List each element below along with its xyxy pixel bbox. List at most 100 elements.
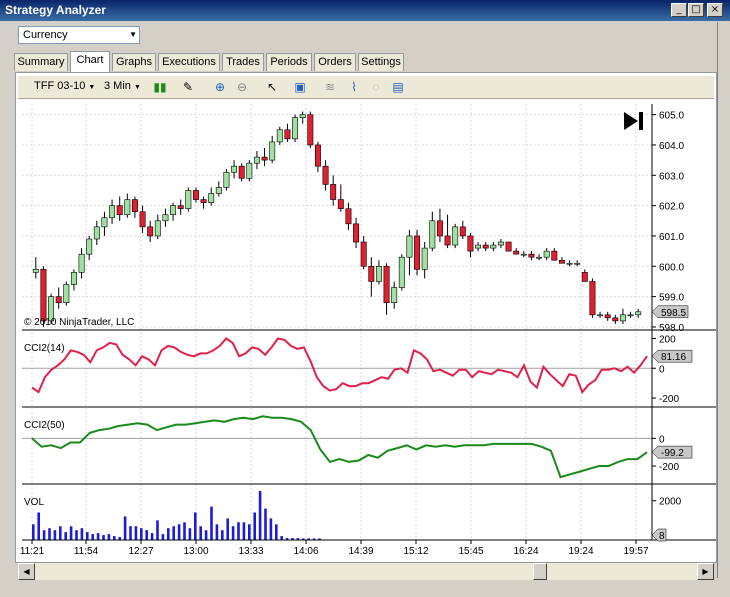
scroll-thumb[interactable] [533, 563, 547, 580]
properties-icon[interactable]: ◌ [368, 79, 384, 95]
candle-body [429, 220, 436, 249]
indicators-icon[interactable]: ≋ [322, 79, 338, 95]
time-label: 15:45 [458, 546, 483, 557]
candle-body [147, 226, 154, 237]
candle-body [124, 199, 131, 216]
price-chart[interactable]: 605.0 604.0 603.0 602.0 601.0 600.0 599.0 598.0… [18, 100, 716, 563]
vol-value: 8 [659, 531, 665, 542]
volume-bar [188, 528, 192, 540]
price-tick-label: 604.0 [659, 141, 684, 152]
drawing-tools-icon[interactable]: ✎ [180, 79, 196, 95]
cursor-icon[interactable]: ↖ [264, 79, 280, 95]
tab-summary[interactable]: Summary [14, 53, 68, 71]
candle-body [353, 223, 360, 243]
tab-periods[interactable]: Periods [266, 53, 312, 71]
candle-body [70, 272, 77, 285]
volume-bar [42, 530, 46, 540]
candle-body [635, 311, 642, 316]
candle-body [109, 205, 116, 219]
time-label: 14:06 [293, 546, 318, 557]
zoom-out-icon[interactable]: ⊖ [234, 79, 250, 95]
volume-bar [86, 532, 89, 540]
cci14-tick-label: 200 [659, 334, 676, 345]
candle-body [391, 287, 398, 303]
volume-bar [113, 536, 116, 540]
time-label: 11:21 [20, 546, 45, 557]
cci14-tick-label: 0 [659, 364, 665, 375]
data-grid-icon[interactable]: ▤ [390, 79, 406, 95]
candle-body [322, 165, 329, 185]
volume-bar [275, 524, 278, 540]
interval-selector[interactable]: 3 Min ▼ [104, 80, 141, 92]
candle-body [444, 235, 451, 246]
volume-bar [80, 528, 84, 540]
volume-bar [48, 528, 51, 540]
cci14-label: CCI2(14) [24, 343, 65, 354]
cci50-tick-label: 0 [659, 434, 665, 445]
cci14-line [31, 337, 648, 395]
volume-bar [204, 530, 208, 540]
instrument-selector[interactable]: TFF 03-10 ▼ [34, 80, 95, 92]
candle-body [314, 144, 321, 167]
candle-body [276, 129, 283, 143]
vol-label: VOL [24, 497, 44, 508]
candle-body [604, 314, 611, 319]
volume-bar [96, 533, 100, 540]
volume-bar [226, 518, 229, 540]
vol-tick-label: 2000 [659, 497, 682, 508]
time-label: 19:24 [568, 546, 593, 557]
vertical-scrollbar[interactable] [717, 22, 730, 578]
candle-body [619, 314, 626, 322]
volume-bar [107, 534, 111, 540]
candle-body [55, 296, 62, 303]
price-tick-label: 601.0 [659, 232, 684, 243]
data-box-icon[interactable]: ▣ [292, 79, 308, 95]
tab-trades[interactable]: Trades [222, 53, 264, 71]
price-tick-label: 600.0 [659, 262, 684, 273]
candle-body [192, 190, 199, 200]
tab-settings[interactable]: Settings [358, 53, 404, 71]
tab-executions[interactable]: Executions [158, 53, 220, 71]
copyright-text: © 2010 NinjaTrader, LLC [24, 317, 134, 328]
tab-graphs[interactable]: Graphs [112, 53, 156, 71]
volume-bar [150, 533, 154, 540]
candle-body [170, 205, 177, 216]
candle-body [86, 238, 93, 255]
cci50-value: -99.2 [661, 448, 684, 459]
volume-bar [242, 522, 246, 540]
volume-bar [134, 526, 138, 540]
candle-body [200, 199, 207, 203]
scroll-right-button[interactable]: ▶ [697, 563, 714, 580]
volume-bar [194, 512, 197, 540]
volume-bar [156, 520, 159, 540]
price-tick-label: 603.0 [659, 171, 684, 182]
cci50-tick-label: -200 [659, 462, 679, 473]
candle-body [299, 114, 306, 118]
currency-dropdown[interactable]: Currency ▼ [18, 26, 140, 44]
chevron-down-icon: ▼ [129, 30, 137, 39]
candle-body [154, 220, 161, 237]
tab-chart[interactable]: Chart [70, 51, 110, 72]
close-button[interactable]: × [707, 3, 723, 17]
strategies-icon[interactable]: ⌇ [346, 79, 362, 95]
horizontal-scrollbar[interactable]: ◀ ▶ [18, 563, 714, 580]
candle-body [398, 256, 405, 288]
candle-body [436, 220, 443, 237]
time-label: 13:33 [238, 546, 263, 557]
time-label: 16:24 [513, 546, 538, 557]
candle-body [307, 114, 314, 146]
volume-bar [32, 524, 35, 540]
scroll-left-button[interactable]: ◀ [18, 563, 35, 580]
tab-orders[interactable]: Orders [314, 53, 356, 71]
candle-body [589, 281, 596, 316]
candle-body [345, 208, 352, 225]
minimize-button[interactable]: _ [671, 3, 687, 17]
maximize-button[interactable]: □ [688, 3, 704, 17]
candlestick-style-icon[interactable]: ▮▮ [152, 79, 168, 95]
cci50-line [31, 415, 648, 479]
volume-bar [123, 516, 127, 540]
volume-bar [172, 526, 175, 540]
candle-body [475, 244, 482, 249]
zoom-in-icon[interactable]: ⊕ [212, 79, 228, 95]
currency-value: Currency [23, 29, 68, 41]
